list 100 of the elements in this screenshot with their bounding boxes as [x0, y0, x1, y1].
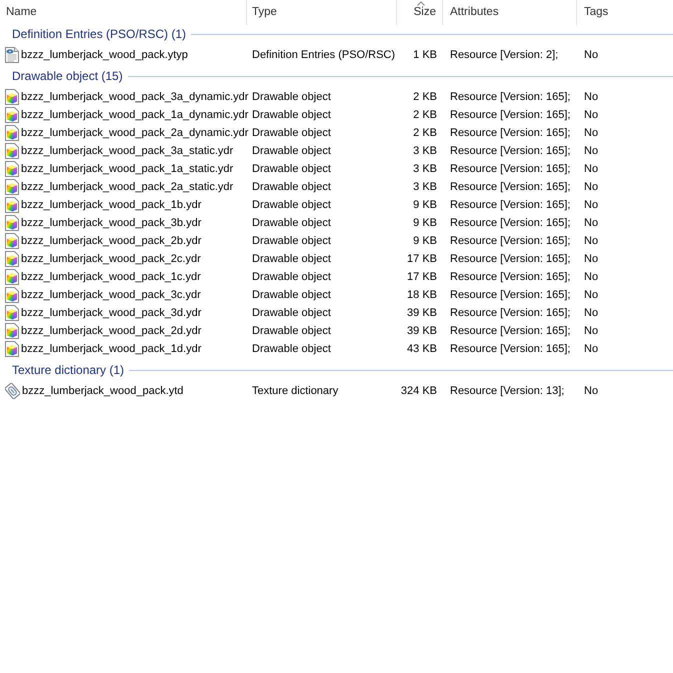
- file-attributes: Resource [Version: 165];: [450, 270, 570, 285]
- file-name[interactable]: bzzz_lumberjack_wood_pack_2d.ydr: [21, 322, 202, 340]
- gradient-cube-icon: [5, 179, 19, 195]
- file-name[interactable]: bzzz_lumberjack_wood_pack_2a_static.ydr: [21, 178, 234, 196]
- file-attributes: Resource [Version: 165];: [450, 216, 570, 231]
- gradient-cube-icon: [5, 341, 19, 357]
- gradient-cube-icon: [5, 305, 19, 321]
- file-size: 43 KB: [407, 342, 437, 357]
- group-heading[interactable]: Drawable object (15): [12, 67, 123, 85]
- file-attributes: Resource [Version: 165];: [450, 306, 570, 321]
- file-size: 3 KB: [413, 144, 437, 159]
- file-name[interactable]: bzzz_lumberjack_wood_pack_1c.ydr: [21, 268, 201, 286]
- file-size: 18 KB: [407, 288, 437, 303]
- file-name[interactable]: bzzz_lumberjack_wood_pack_2c.ydr: [21, 250, 201, 268]
- file-size: 2 KB: [413, 126, 437, 141]
- file-tags: No: [584, 160, 598, 178]
- document-icon: [5, 47, 19, 63]
- file-attributes: Resource [Version: 165];: [450, 198, 570, 213]
- file-type: Drawable object: [252, 252, 331, 267]
- file-tags: No: [584, 124, 598, 142]
- file-tags: No: [584, 88, 598, 106]
- file-name[interactable]: bzzz_lumberjack_wood_pack_2a_dynamic.ydr: [21, 124, 248, 142]
- file-name[interactable]: bzzz_lumberjack_wood_pack_1b.ydr: [21, 196, 202, 214]
- file-type: Drawable object: [252, 324, 331, 339]
- file-name[interactable]: bzzz_lumberjack_wood_pack.ytd: [22, 382, 184, 400]
- file-name[interactable]: bzzz_lumberjack_wood_pack_1a_dynamic.ydr: [21, 106, 248, 124]
- file-type: Drawable object: [252, 198, 331, 213]
- file-size: 2 KB: [413, 90, 437, 105]
- gradient-cube-icon: [5, 323, 19, 339]
- gradient-cube-icon: [5, 287, 19, 303]
- file-tags: No: [584, 46, 598, 64]
- file-tags: No: [584, 196, 598, 214]
- gradient-cube-icon: [5, 233, 19, 249]
- file-tags: No: [584, 322, 598, 340]
- file-name[interactable]: bzzz_lumberjack_wood_pack.ytyp: [21, 46, 188, 64]
- gradient-cube-icon: [5, 161, 19, 177]
- file-tags: No: [584, 250, 598, 268]
- file-type: Drawable object: [252, 306, 331, 321]
- file-attributes: Resource [Version: 165];: [450, 90, 570, 105]
- file-type: Drawable object: [252, 90, 331, 105]
- file-name[interactable]: bzzz_lumberjack_wood_pack_3d.ydr: [21, 304, 202, 322]
- gradient-cube-icon: [5, 125, 19, 141]
- gradient-cube-icon: [5, 89, 19, 105]
- file-tags: No: [584, 340, 598, 358]
- file-tags: No: [584, 142, 598, 160]
- file-type: Drawable object: [252, 216, 331, 231]
- file-type: Drawable object: [252, 342, 331, 357]
- file-tags: No: [584, 106, 598, 124]
- file-tags: No: [584, 214, 598, 232]
- file-type: Drawable object: [252, 108, 331, 123]
- gradient-cube-icon: [5, 215, 19, 231]
- file-size: 1 KB: [413, 48, 437, 63]
- file-attributes: Resource [Version: 165];: [450, 288, 570, 303]
- file-attributes: Resource [Version: 165];: [450, 144, 570, 159]
- file-size: 9 KB: [413, 198, 437, 213]
- file-size: 39 KB: [407, 306, 437, 321]
- sort-caret-icon: [417, 1, 425, 6]
- group-heading[interactable]: Texture dictionary (1): [12, 361, 124, 379]
- gradient-cube-icon: [5, 107, 19, 123]
- file-tags: No: [584, 232, 598, 250]
- file-attributes: Resource [Version: 165];: [450, 180, 570, 195]
- file-attributes: Resource [Version: 13];: [450, 384, 564, 399]
- file-type: Definition Entries (PSO/RSC): [252, 48, 396, 63]
- gradient-cube-icon: [5, 251, 19, 267]
- file-type: Drawable object: [252, 270, 331, 285]
- file-size: 3 KB: [413, 162, 437, 177]
- file-type: Drawable object: [252, 144, 331, 159]
- file-tags: No: [584, 268, 598, 286]
- file-attributes: Resource [Version: 165];: [450, 108, 570, 123]
- file-type: Drawable object: [252, 162, 331, 177]
- file-size: 17 KB: [407, 252, 437, 267]
- file-size: 324 KB: [400, 384, 437, 399]
- group-heading[interactable]: Definition Entries (PSO/RSC) (1): [12, 25, 186, 43]
- file-type: Drawable object: [252, 126, 331, 141]
- file-name[interactable]: bzzz_lumberjack_wood_pack_3a_dynamic.ydr: [21, 88, 248, 106]
- gradient-cube-icon: [5, 143, 19, 159]
- file-name[interactable]: bzzz_lumberjack_wood_pack_3c.ydr: [21, 286, 201, 304]
- file-type: Drawable object: [252, 234, 331, 249]
- file-type: Drawable object: [252, 180, 331, 195]
- gradient-cube-icon: [5, 269, 19, 285]
- file-attributes: Resource [Version: 165];: [450, 234, 570, 249]
- file-type: Texture dictionary: [252, 384, 338, 399]
- gradient-cube-icon: [5, 197, 19, 213]
- file-name[interactable]: bzzz_lumberjack_wood_pack_1d.ydr: [21, 340, 202, 358]
- file-size: 39 KB: [407, 324, 437, 339]
- file-name[interactable]: bzzz_lumberjack_wood_pack_3a_static.ydr: [21, 142, 234, 160]
- file-attributes: Resource [Version: 165];: [450, 324, 570, 339]
- file-tags: No: [584, 382, 598, 400]
- file-tags: No: [584, 286, 598, 304]
- file-size: 17 KB: [407, 270, 437, 285]
- file-type: Drawable object: [252, 288, 331, 303]
- file-attributes: Resource [Version: 165];: [450, 252, 570, 267]
- file-name[interactable]: bzzz_lumberjack_wood_pack_1a_static.ydr: [21, 160, 234, 178]
- file-name[interactable]: bzzz_lumberjack_wood_pack_2b.ydr: [21, 232, 202, 250]
- file-tags: No: [584, 304, 598, 322]
- file-size: 2 KB: [413, 108, 437, 123]
- file-name[interactable]: bzzz_lumberjack_wood_pack_3b.ydr: [21, 214, 202, 232]
- file-attributes: Resource [Version: 2];: [450, 48, 558, 63]
- file-size: 3 KB: [413, 180, 437, 195]
- file-tags: No: [584, 178, 598, 196]
